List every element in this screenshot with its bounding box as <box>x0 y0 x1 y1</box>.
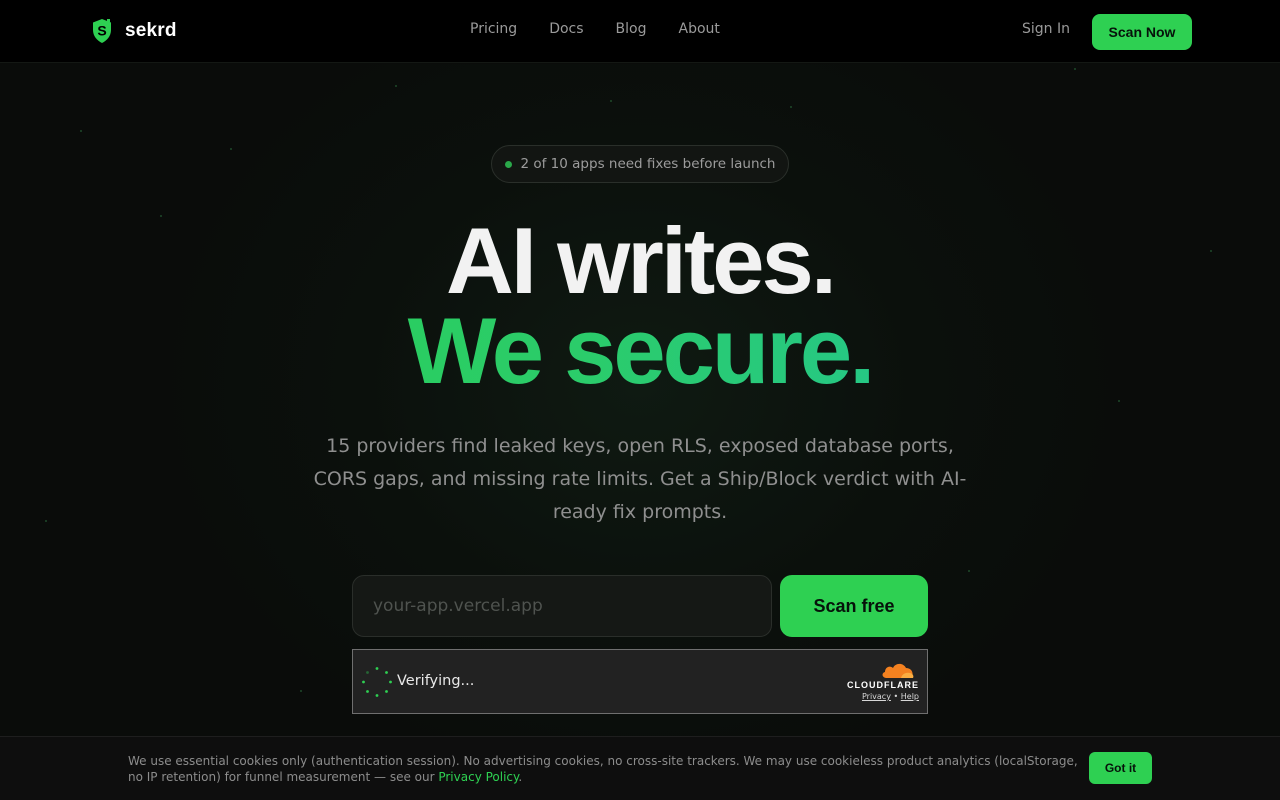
cookie-suffix: . <box>518 770 523 784</box>
stat-pill-text: 2 of 10 apps need fixes before launch <box>520 156 776 172</box>
status-dot-icon <box>504 160 512 168</box>
cloudflare-wordmark: CLOUDFLARE <box>847 680 919 690</box>
nav-link-docs[interactable]: Docs <box>549 21 583 37</box>
cookie-banner: We use essential cookies only (authentic… <box>0 736 1280 800</box>
sign-in-link[interactable]: Sign In <box>1022 21 1070 37</box>
scan-free-button[interactable]: Scan free <box>780 575 928 637</box>
scan-now-button[interactable]: Scan Now <box>1092 14 1192 50</box>
cloudflare-cloud-icon <box>882 663 914 678</box>
privacy-policy-link[interactable]: Privacy Policy <box>438 770 518 784</box>
app-url-input[interactable] <box>352 575 772 637</box>
cookie-accept-button[interactable]: Got it <box>1089 752 1152 784</box>
primary-nav: Pricing Docs Blog About <box>470 21 720 37</box>
verification-status: Verifying... <box>397 673 475 689</box>
turnstile-help-link[interactable]: Help <box>901 692 919 701</box>
cookie-text: We use essential cookies only (authentic… <box>128 753 1078 785</box>
cloudflare-branding: CLOUDFLARE Privacy • Help <box>841 660 919 704</box>
nav-link-pricing[interactable]: Pricing <box>470 21 517 37</box>
cloudflare-links: Privacy • Help <box>862 692 919 701</box>
turnstile-privacy-link[interactable]: Privacy <box>862 692 891 701</box>
headline-line-1: AI writes. <box>446 208 837 313</box>
link-separator: • <box>893 692 899 701</box>
nav-link-about[interactable]: About <box>679 21 720 37</box>
brand-name: sekrd <box>125 20 177 41</box>
nav-link-blog[interactable]: Blog <box>616 21 647 37</box>
hero-subtitle: 15 providers find leaked keys, open RLS,… <box>313 435 967 523</box>
headline-line-2: We secure. <box>0 304 1280 398</box>
top-navbar: S sekrd Pricing Docs Blog About Sign In … <box>0 0 1280 63</box>
brand-logo[interactable]: S sekrd <box>91 18 177 44</box>
svg-text:S: S <box>97 23 106 39</box>
stat-pill: 2 of 10 apps need fixes before launch <box>491 145 789 183</box>
shield-s-icon: S <box>93 19 111 43</box>
cookie-message: We use essential cookies only (authentic… <box>128 754 1078 784</box>
loading-spinner-icon <box>362 667 392 697</box>
turnstile-widget[interactable]: Verifying... CLOUDFLARE Privacy • Help <box>352 649 928 714</box>
